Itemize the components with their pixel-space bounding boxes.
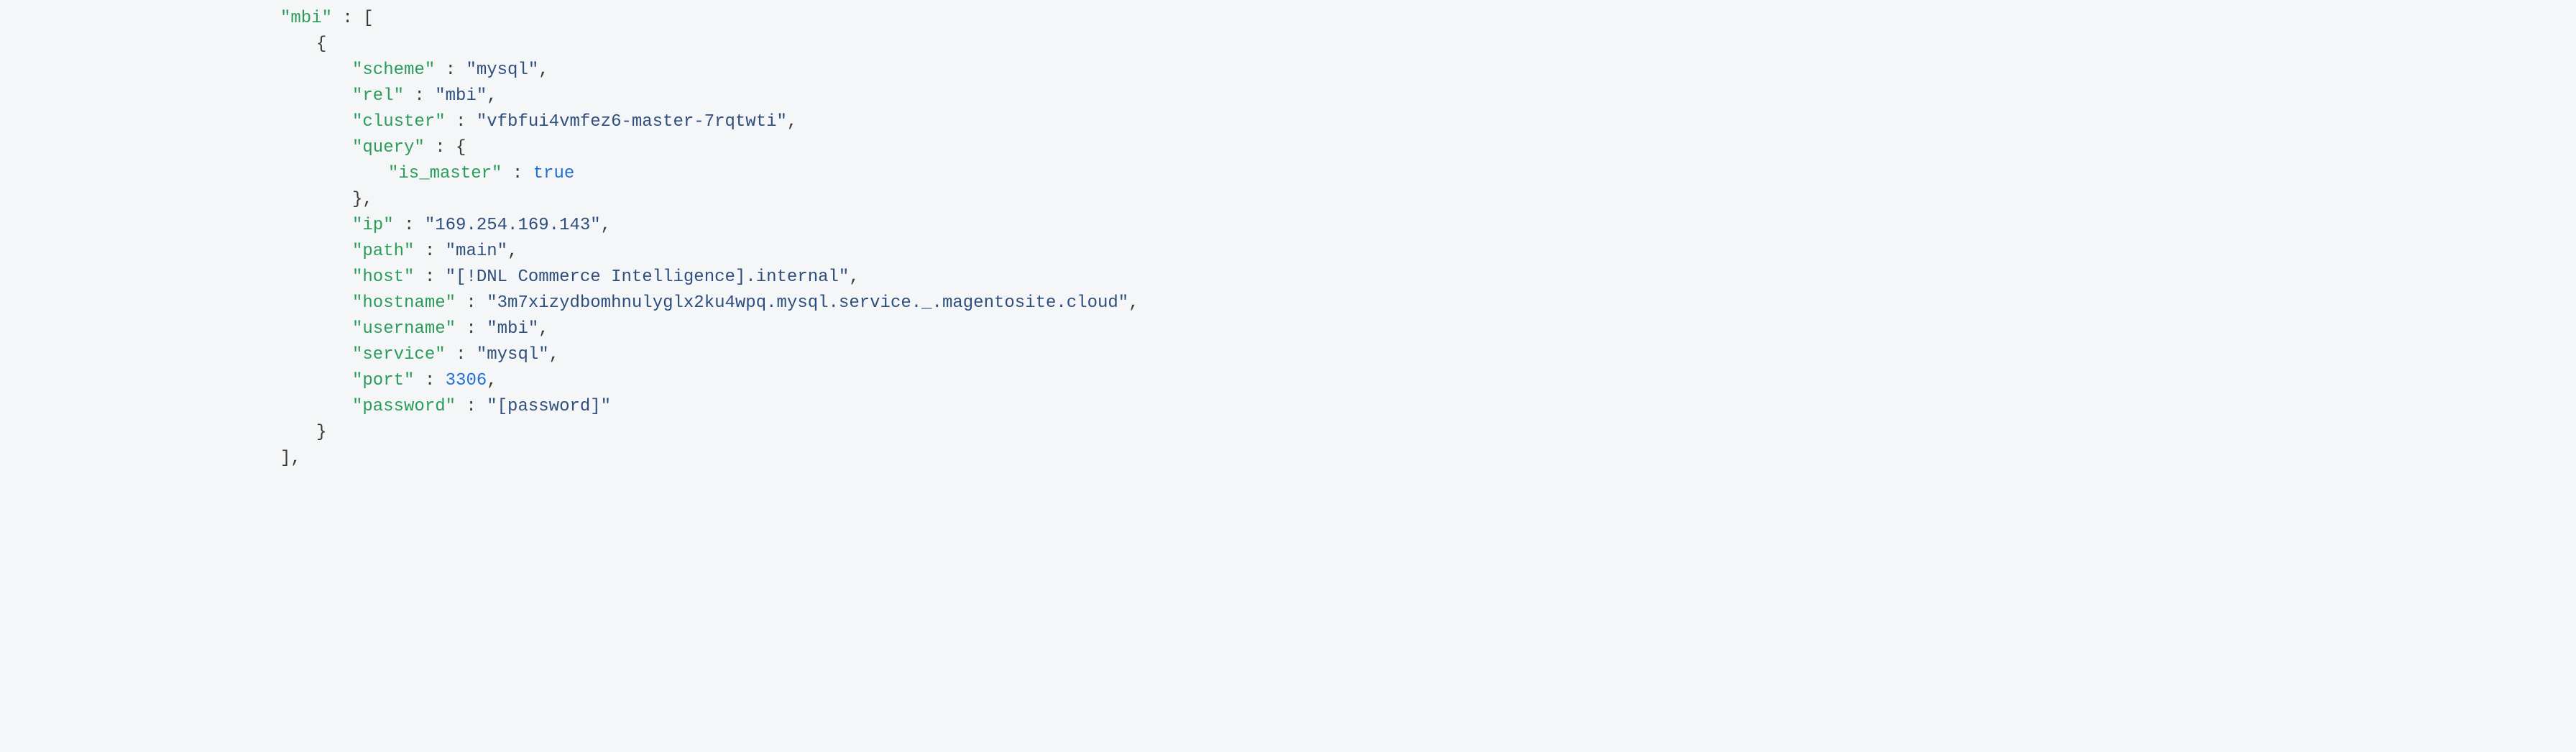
json-value: "[password]" [487, 397, 611, 416]
json-value: "3m7xizydbomhnulyglx2ku4wpq.mysql.servic… [487, 293, 1128, 313]
json-value: "mbi" [487, 319, 538, 339]
json-value: "169.254.169.143" [425, 216, 601, 235]
json-key: "query" [352, 138, 425, 157]
json-value: "main" [446, 242, 507, 261]
json-key: "service" [352, 345, 446, 364]
json-key: "cluster" [352, 112, 446, 132]
json-key: "rel" [352, 86, 404, 106]
json-key: "ip" [352, 216, 394, 235]
json-value: "mysql" [466, 60, 538, 80]
json-value: 3306 [446, 371, 487, 390]
json-key: "mbi" [280, 9, 332, 28]
json-key: "is_master" [388, 164, 502, 183]
json-value: "mysql" [477, 345, 549, 364]
json-value: "[!DNL Commerce Intelligence].internal" [446, 267, 850, 287]
json-key: "hostname" [352, 293, 456, 313]
json-value: true [533, 164, 575, 183]
json-key: "password" [352, 397, 456, 416]
json-value: "mbi" [435, 86, 487, 106]
json-key: "path" [352, 242, 414, 261]
json-value: "vfbfui4vmfez6-master-7rqtwti" [477, 112, 787, 132]
json-key: "port" [352, 371, 414, 390]
json-key: "scheme" [352, 60, 435, 80]
json-key: "username" [352, 319, 456, 339]
json-key: "host" [352, 267, 414, 287]
json-code-block: "mbi" : [{"scheme" : "mysql","rel" : "mb… [0, 0, 2576, 752]
